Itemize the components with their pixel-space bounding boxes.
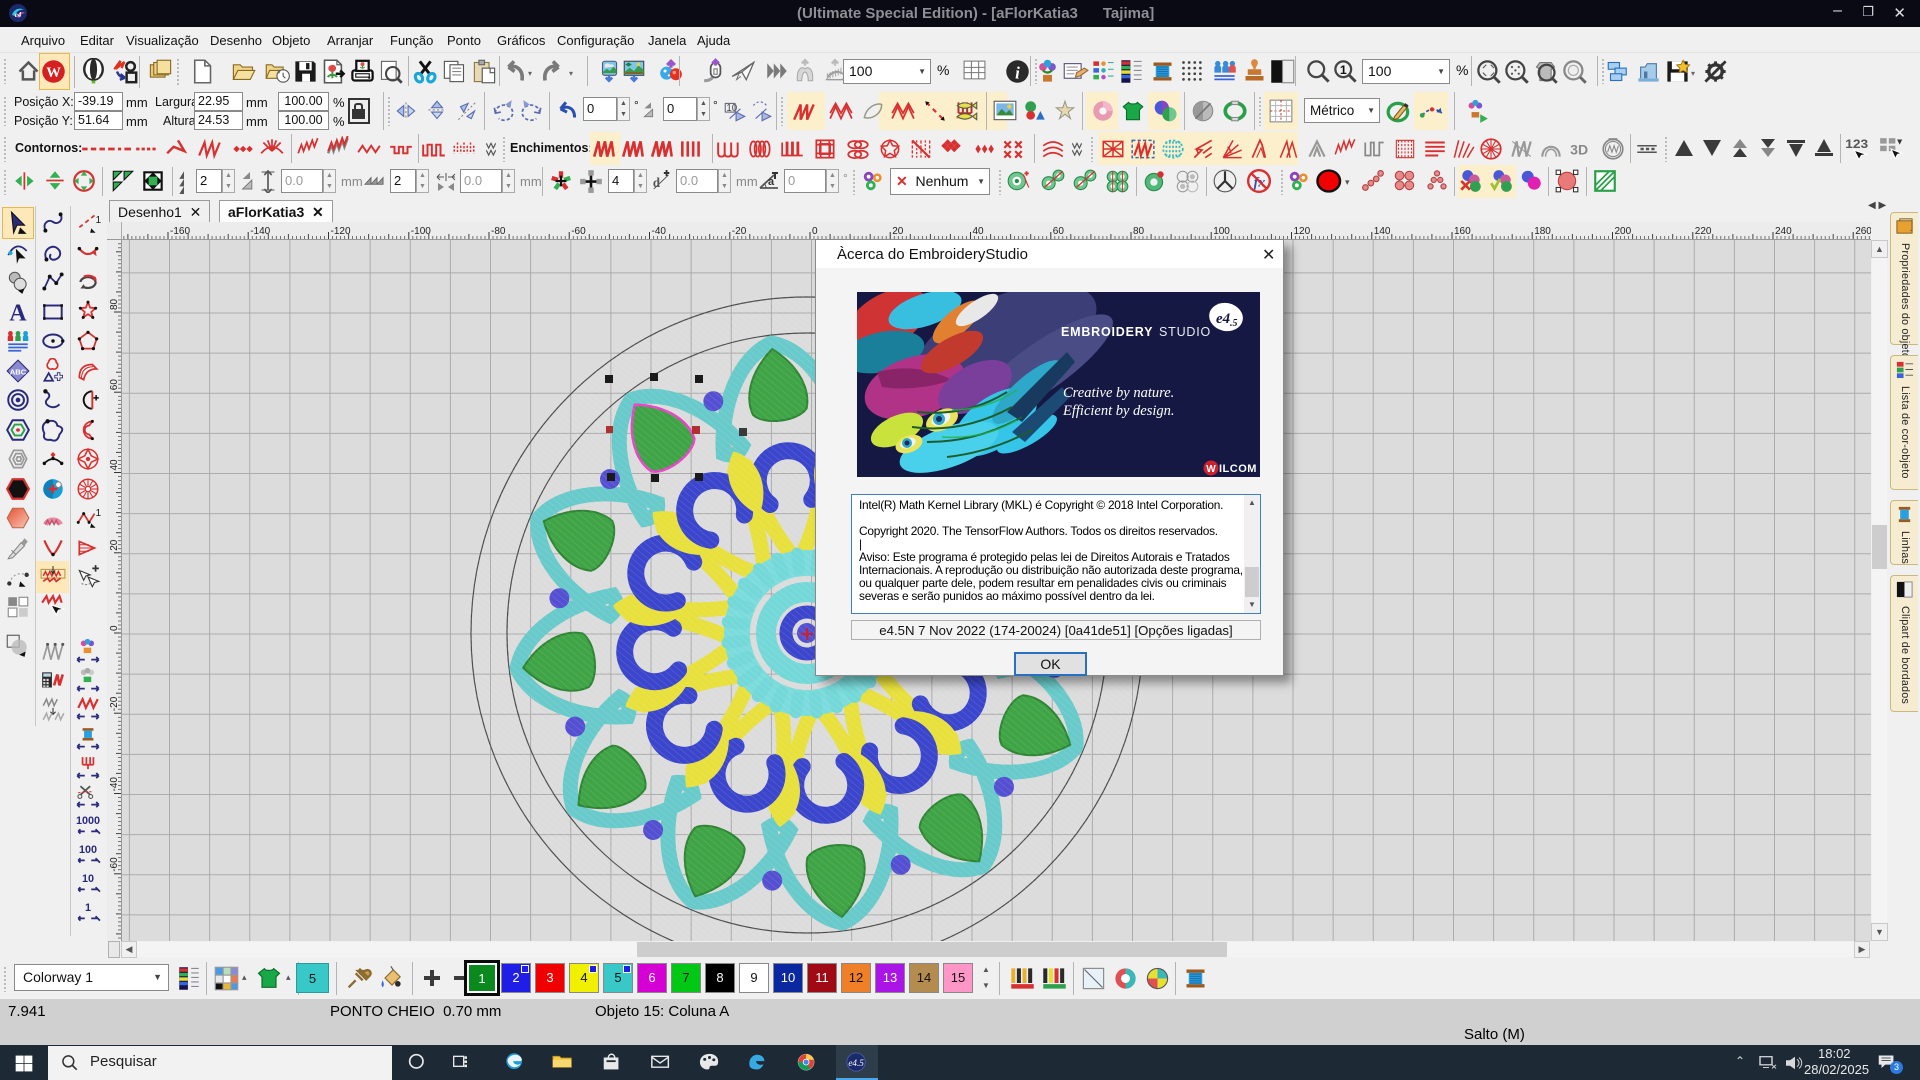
- svg-text:1: 1: [1340, 63, 1347, 77]
- svg-text:-80: -80: [491, 226, 506, 237]
- svg-text:.5: .5: [1230, 318, 1238, 329]
- svg-text:80: 80: [1133, 226, 1145, 237]
- svg-text:1000: 1000: [76, 815, 100, 827]
- svg-text:220: 220: [1695, 226, 1712, 237]
- svg-text:a: a: [768, 176, 775, 188]
- svg-text:0: 0: [812, 226, 818, 237]
- svg-text:1: 1: [96, 508, 101, 519]
- svg-text:180: 180: [1534, 226, 1551, 237]
- svg-text:ILCOM: ILCOM: [1219, 463, 1257, 475]
- svg-text:-120: -120: [331, 226, 351, 237]
- svg-text:20: 20: [892, 226, 904, 237]
- svg-text:60: 60: [1053, 226, 1065, 237]
- svg-text:140: 140: [1374, 226, 1391, 237]
- svg-text:100: 100: [1213, 226, 1230, 237]
- svg-text:3D: 3D: [1570, 141, 1588, 157]
- svg-text:e4: e4: [15, 11, 22, 19]
- svg-text:160: 160: [1454, 226, 1471, 237]
- svg-text:STUDIO: STUDIO: [1159, 325, 1211, 339]
- svg-text:A: A: [9, 300, 27, 324]
- svg-text:123: 123: [1845, 137, 1868, 151]
- svg-text:1: 1: [85, 902, 91, 914]
- svg-text:0: 0: [109, 625, 120, 631]
- svg-text:W: W: [1206, 464, 1216, 475]
- svg-text:1: 1: [96, 215, 101, 226]
- svg-text:10: 10: [82, 873, 94, 885]
- svg-text:240: 240: [1775, 226, 1792, 237]
- svg-text:EMBROIDERY: EMBROIDERY: [1061, 325, 1153, 339]
- svg-text:-40: -40: [652, 226, 667, 237]
- svg-text:120: 120: [1294, 226, 1311, 237]
- svg-text:-100: -100: [411, 226, 431, 237]
- svg-text:-60: -60: [571, 226, 586, 237]
- svg-text:40: 40: [973, 226, 985, 237]
- svg-text:200: 200: [1615, 226, 1632, 237]
- svg-text:e4: e4: [1216, 311, 1231, 327]
- svg-text:-140: -140: [250, 226, 270, 237]
- svg-text:Creative by nature.: Creative by nature.: [1063, 385, 1174, 401]
- svg-text:-20: -20: [732, 226, 747, 237]
- svg-text:i: i: [1015, 63, 1020, 82]
- svg-text:Efficient by design.: Efficient by design.: [1062, 403, 1175, 419]
- svg-text:e4.5: e4.5: [848, 1058, 864, 1068]
- svg-text:▼: ▼: [1895, 137, 1904, 147]
- svg-text:-160: -160: [170, 226, 190, 237]
- svg-text:d: d: [653, 174, 661, 190]
- svg-text:ABC: ABC: [10, 367, 27, 376]
- svg-text:100: 100: [79, 844, 97, 856]
- svg-text:260: 260: [1855, 226, 1871, 237]
- svg-text:W: W: [46, 65, 61, 81]
